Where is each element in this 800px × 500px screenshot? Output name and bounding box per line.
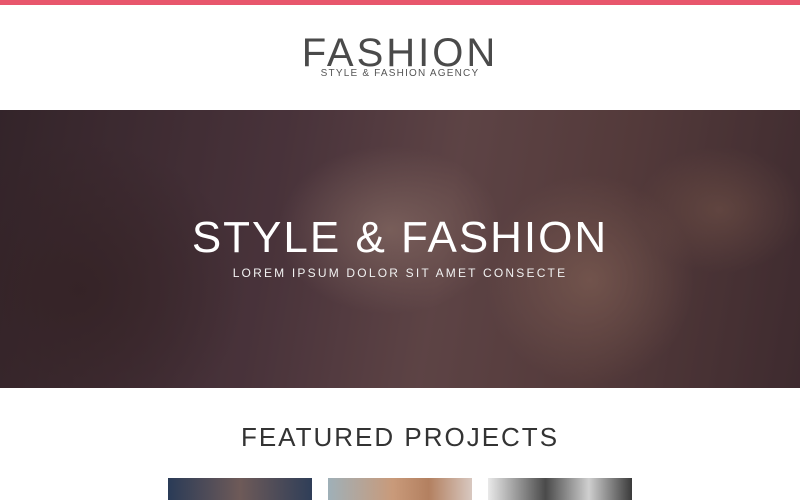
logo-tagline: STYLE & FASHION AGENCY (320, 68, 480, 79)
project-thumbnail[interactable] (168, 478, 312, 500)
hero-subtitle: LOREM IPSUM DOLOR SIT AMET CONSECTE (232, 266, 568, 280)
site-header: FASHION STYLE & FASHION AGENCY (0, 5, 800, 110)
featured-projects-heading: FEATURED PROJECTS (240, 422, 560, 452)
project-thumbnail[interactable] (488, 478, 632, 500)
hero-banner: STYLE & FASHION LOREM IPSUM DOLOR SIT AM… (0, 110, 800, 388)
project-thumbnail[interactable] (328, 478, 472, 500)
logo-title[interactable]: FASHION (0, 33, 800, 73)
hero-title: STYLE & FASHION (191, 213, 609, 262)
